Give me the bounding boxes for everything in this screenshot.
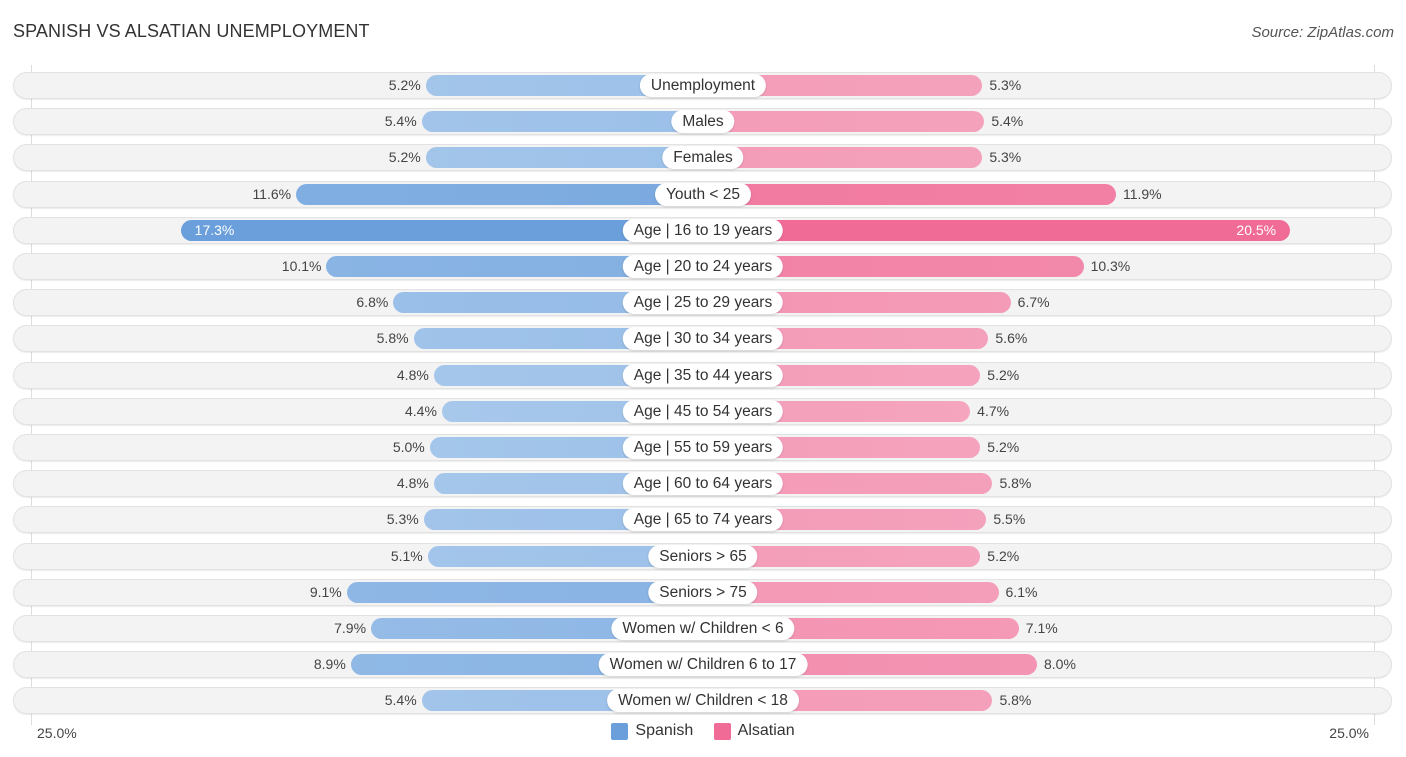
value-label-spanish: 5.4% — [384, 113, 417, 130]
legend-item-alsatian[interactable]: Alsatian — [713, 722, 795, 740]
category-label: Age | 60 to 64 years — [622, 472, 784, 496]
bar-alsatian[interactable] — [703, 147, 983, 169]
value-label-spanish: 7.9% — [334, 620, 367, 636]
category-label: Age | 20 to 24 years — [622, 255, 784, 278]
legend-item-spanish[interactable]: Spanish — [611, 722, 693, 740]
value-label-spanish: 8.9% — [313, 656, 346, 673]
bar-spanish[interactable] — [296, 183, 703, 205]
value-label-alsatian: 8.0% — [1044, 656, 1076, 673]
category-label: Age | 25 to 29 years — [622, 291, 784, 315]
legend: Spanish Alsatian — [0, 722, 1406, 745]
value-label-alsatian: 10.3% — [1090, 258, 1131, 274]
legend-swatch-spanish — [611, 722, 629, 740]
value-label-alsatian: 5.2% — [987, 439, 1020, 455]
value-label-alsatian: 5.2% — [987, 366, 1020, 383]
category-label: Seniors > 65 — [648, 544, 758, 568]
value-label-alsatian: 5.3% — [989, 149, 1022, 166]
category-label: Age | 30 to 34 years — [622, 327, 784, 351]
bar-alsatian[interactable] — [703, 219, 1291, 241]
value-label-alsatian: 6.1% — [1005, 583, 1038, 600]
value-label-alsatian: 5.5% — [993, 511, 1026, 528]
category-label: Females — [662, 146, 744, 170]
value-label-alsatian: 20.5% — [1236, 221, 1277, 238]
value-label-alsatian: 5.8% — [999, 475, 1032, 492]
value-label-spanish: 5.2% — [388, 149, 421, 166]
value-label-alsatian: 5.4% — [991, 113, 1024, 130]
category-label: Youth < 25 — [655, 182, 751, 206]
category-label: Age | 65 to 74 years — [622, 508, 784, 532]
category-label: Women w/ Children 6 to 17 — [598, 653, 808, 677]
category-label: Seniors > 75 — [648, 580, 758, 604]
value-label-alsatian: 5.6% — [995, 330, 1028, 347]
value-label-alsatian: 5.3% — [989, 77, 1022, 93]
value-label-spanish: 10.1% — [281, 258, 322, 274]
value-label-spanish: 5.4% — [384, 692, 417, 709]
legend-swatch-alsatian — [713, 722, 731, 740]
value-label-alsatian: 7.1% — [1025, 620, 1058, 636]
category-label: Women w/ Children < 18 — [607, 689, 799, 713]
value-label-spanish: 4.8% — [396, 475, 429, 492]
bar-spanish[interactable] — [421, 111, 703, 133]
legend-label-spanish: Spanish — [635, 722, 694, 739]
value-label-spanish: 5.0% — [392, 439, 425, 455]
chart-title: SPANISH VS ALSATIAN UNEMPLOYMENT — [13, 21, 370, 41]
value-label-spanish: 11.6% — [252, 185, 292, 202]
category-label: Age | 35 to 44 years — [622, 363, 784, 387]
category-label: Women w/ Children < 6 — [611, 617, 795, 640]
value-label-spanish: 4.8% — [396, 366, 429, 383]
category-label: Unemployment — [639, 74, 767, 97]
value-label-spanish: 5.2% — [388, 77, 421, 93]
value-label-spanish: 5.3% — [386, 511, 419, 528]
value-label-alsatian: 5.2% — [987, 547, 1020, 564]
value-label-spanish: 4.4% — [404, 402, 437, 419]
value-label-spanish: 5.8% — [376, 330, 409, 347]
bar-alsatian[interactable] — [703, 111, 985, 133]
value-label-alsatian: 6.7% — [1017, 294, 1050, 311]
value-label-spanish: 9.1% — [309, 583, 342, 600]
value-label-alsatian: 11.9% — [1122, 185, 1162, 202]
category-label: Age | 55 to 59 years — [622, 436, 784, 459]
value-label-alsatian: 4.7% — [977, 402, 1010, 419]
category-label: Males — [671, 110, 735, 134]
value-label-spanish: 5.1% — [390, 547, 423, 564]
value-label-spanish: 6.8% — [356, 294, 389, 311]
bar-alsatian[interactable] — [703, 183, 1116, 205]
value-label-spanish: 17.3% — [194, 221, 235, 238]
source-label: Source: ZipAtlas.com — [1251, 24, 1394, 41]
legend-label-alsatian: Alsatian — [737, 722, 795, 739]
category-label: Age | 45 to 54 years — [622, 399, 784, 423]
value-label-alsatian: 5.8% — [999, 692, 1032, 709]
category-label: Age | 16 to 19 years — [622, 218, 784, 242]
